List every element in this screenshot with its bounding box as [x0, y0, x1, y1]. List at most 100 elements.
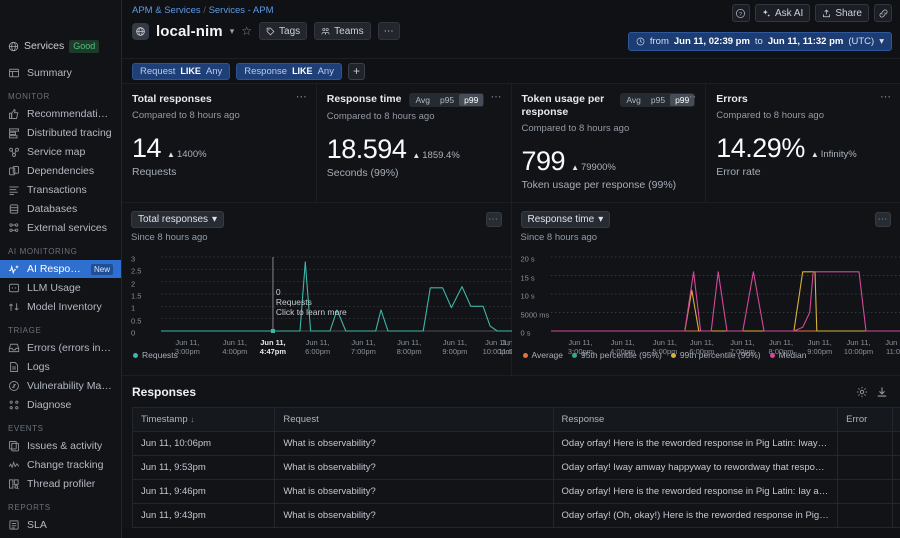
add-filter-button[interactable]: +: [348, 63, 365, 80]
charts-row: Total responses ▾ ⋯ Since 8 hours ago 00…: [122, 203, 900, 376]
ask-ai-button[interactable]: Ask AI: [755, 4, 810, 22]
kpi-subtitle: Compared to 8 hours ago: [716, 110, 890, 121]
sidebar-item-service-map[interactable]: Service map: [0, 143, 121, 161]
sidebar-item-diagnose[interactable]: Diagnose: [0, 396, 121, 414]
kpi-percentile-toggle[interactable]: Avgp95p99: [620, 93, 695, 107]
tracing-icon: [8, 127, 20, 139]
table-column-header[interactable]: Response: [553, 408, 838, 432]
kpi-percentile-option-p95[interactable]: p95: [435, 94, 459, 106]
chart-panel: Response time ▾ ⋯ Since 8 hours ago 0 s5…: [512, 203, 900, 375]
sidebar-item-label: Errors (errors inbox): [27, 342, 113, 354]
share-button[interactable]: Share: [815, 4, 869, 22]
chart-metric-dropdown[interactable]: Total responses ▾: [131, 211, 224, 228]
time-range-middle: to: [755, 36, 763, 47]
breadcrumb-current[interactable]: Services - APM: [209, 5, 274, 16]
kpi-percentile-option-avg[interactable]: Avg: [621, 94, 646, 106]
link-icon[interactable]: [874, 4, 892, 22]
kpi-menu-button[interactable]: ⋯: [491, 93, 503, 102]
chart-plot-area[interactable]: 0 s5000 ms10 s15 s20 s Jun 11,3:00pmJun …: [521, 249, 892, 345]
kpi-delta-value: 1859.4%: [422, 150, 460, 161]
sidebar: Services Good Summary MONITORRecommendati…: [0, 0, 122, 538]
sidebar-item-dependencies[interactable]: Dependencies: [0, 162, 121, 180]
kpi-delta: ▲ Infinity%: [811, 149, 857, 160]
sidebar-item-change-tracking[interactable]: Change tracking: [0, 456, 121, 474]
sidebar-item-distributed-tracing[interactable]: Distributed tracing: [0, 124, 121, 142]
sidebar-item-label: Thread profiler: [27, 478, 95, 490]
sidebar-item-issues-activity[interactable]: Issues & activity: [0, 437, 121, 455]
kpi-value: 799: [522, 146, 566, 176]
table-cell-response: Oday orfay! Iway amway happyway to rewor…: [553, 456, 838, 480]
main-content: APM & Services / Services - APM local-ni…: [122, 0, 900, 538]
table-column-header[interactable]: Timestamp ↓: [133, 408, 275, 432]
table-column-header[interactable]: Error: [838, 408, 892, 432]
kpi-percentile-option-avg[interactable]: Avg: [410, 94, 435, 106]
responses-table-scroll[interactable]: Timestamp ↓RequestResponseErrorCompletio…: [132, 399, 900, 528]
table-cell-response: Oday orfay! (Oh, okay!) Here is the rewo…: [553, 504, 838, 528]
help-icon[interactable]: ?: [732, 4, 750, 22]
download-icon[interactable]: [876, 386, 888, 401]
kpi-percentile-toggle[interactable]: Avgp95p99: [409, 93, 484, 107]
filter-chip[interactable]: ResponseLIKEAny: [236, 63, 342, 80]
status-badge: Good: [69, 40, 99, 53]
sidebar-item-external-services[interactable]: External services: [0, 219, 121, 237]
teams-button[interactable]: Teams: [314, 22, 370, 40]
sidebar-item-transactions[interactable]: Transactions: [0, 181, 121, 199]
table-cell-timestamp: Jun 11, 9:43pm: [133, 504, 275, 528]
sidebar-item-model-inventory[interactable]: Model Inventory: [0, 298, 121, 316]
chart-menu-button[interactable]: ⋯: [486, 212, 502, 227]
table-cell-timestamp: Jun 11, 9:53pm: [133, 456, 275, 480]
table-row[interactable]: Jun 11, 9:43pmWhat is observability?Oday…: [133, 504, 900, 528]
chart-menu-button[interactable]: ⋯: [875, 212, 891, 227]
sidebar-item-errors-errors-inbox[interactable]: Errors (errors inbox): [0, 339, 121, 357]
chart-svg: [521, 257, 900, 335]
service-hex-icon: [132, 23, 149, 40]
table-cell-response: Oday orfay! Here is the reworded respons…: [553, 432, 838, 456]
table-cell-error: [838, 456, 892, 480]
table-body: Jun 11, 10:06pmWhat is observability?Oda…: [133, 432, 900, 528]
sidebar-item-thread-profiler[interactable]: Thread profiler: [0, 475, 121, 493]
time-range-picker[interactable]: from Jun 11, 02:39 pm to Jun 11, 11:32 p…: [628, 32, 892, 51]
kpi-title: Total responses: [132, 93, 212, 106]
table-row[interactable]: Jun 11, 10:06pmWhat is observability?Oda…: [133, 432, 900, 456]
time-range-chevron-down-icon: ▾: [879, 36, 884, 47]
model-inventory-icon: [8, 301, 20, 313]
breadcrumb-root[interactable]: APM & Services: [132, 5, 201, 16]
table-column-header[interactable]: Request: [275, 408, 553, 432]
sidebar-item-recommendations[interactable]: Recommendations: [0, 105, 121, 123]
kpi-delta-value: 1400%: [177, 149, 207, 160]
table-column-header[interactable]: Completions: [892, 408, 900, 432]
chart-subtitle: Since 8 hours ago: [521, 232, 892, 243]
table-row[interactable]: Jun 11, 9:53pmWhat is observability?Oday…: [133, 456, 900, 480]
sidebar-item-summary[interactable]: Summary: [0, 64, 121, 82]
filter-chip[interactable]: RequestLIKEAny: [132, 63, 230, 80]
sidebar-service-header[interactable]: Services Good: [0, 36, 121, 56]
table-row[interactable]: Jun 11, 9:46pmWhat is observability?Oday…: [133, 480, 900, 504]
kpi-menu-button[interactable]: ⋯: [296, 93, 308, 102]
table-cell-request: What is observability?: [275, 432, 553, 456]
title-chevron-down-icon[interactable]: ▾: [230, 26, 235, 37]
kpi-percentile-option-p99[interactable]: p99: [459, 94, 483, 106]
sidebar-item-label: Summary: [27, 67, 72, 79]
kpi-unit: Requests: [132, 166, 306, 178]
sidebar-item-ai-responses[interactable]: AI ResponsesNew: [0, 260, 121, 278]
chart-subtitle: Since 8 hours ago: [131, 232, 502, 243]
header-more-button[interactable]: ⋯: [378, 22, 400, 40]
kpi-menu-button[interactable]: ⋯: [685, 93, 697, 102]
kpi-menu-button[interactable]: ⋯: [880, 93, 892, 102]
chart-x-tick-label: Jun 11,4:47pm: [260, 338, 286, 356]
table-cell-response: Oday orfay! Here is the reworded respons…: [553, 480, 838, 504]
favorite-star-icon[interactable]: ☆: [241, 24, 252, 38]
chart-metric-dropdown[interactable]: Response time ▾: [521, 211, 611, 228]
sidebar-section-monitor: MONITOR: [0, 83, 121, 104]
kpi-row: Total responses ⋯ Compared to 8 hours ag…: [122, 84, 900, 203]
kpi-percentile-option-p95[interactable]: p95: [646, 94, 670, 106]
sidebar-item-vulnerability-managem[interactable]: Vulnerability Managem…: [0, 377, 121, 395]
chart-x-tick-label: Jun 11,8:00pm: [397, 338, 422, 356]
gear-icon[interactable]: [856, 386, 868, 401]
sidebar-item-sla[interactable]: SLA: [0, 516, 121, 534]
sidebar-item-llm-usage[interactable]: LLM Usage: [0, 279, 121, 297]
tags-button[interactable]: Tags: [259, 22, 307, 40]
sidebar-item-databases[interactable]: Databases: [0, 200, 121, 218]
sidebar-item-logs[interactable]: Logs: [0, 358, 121, 376]
chart-plot-area[interactable]: 00.511.522.53 0RequestsClick to learn mo…: [131, 249, 502, 345]
